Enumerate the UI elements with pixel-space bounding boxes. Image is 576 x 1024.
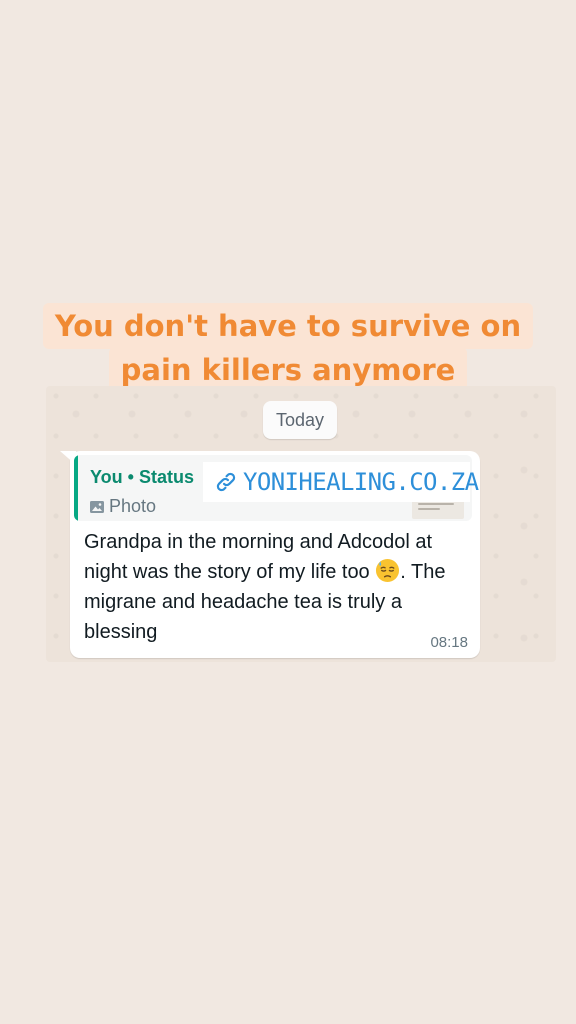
story-headline: You don't have to survive on pain killer…: [0, 303, 576, 393]
downcast-face-with-sweat-emoji: [376, 558, 400, 583]
link-sticker[interactable]: YONIHEALING.CO.ZA: [203, 462, 479, 502]
quote-author: You • Status: [90, 467, 194, 487]
link-sticker-text: YONIHEALING.CO.ZA: [243, 468, 479, 496]
photo-icon: [90, 500, 104, 513]
quote-type: Photo: [90, 496, 156, 517]
message-time: 08:18: [430, 634, 468, 651]
message-text: Grandpa in the morning and Adcodol at ni…: [84, 527, 474, 647]
quote-type-label: Photo: [109, 496, 157, 516]
headline-line-1: You don't have to survive on: [42, 303, 534, 349]
quote-accent-bar: [74, 455, 78, 521]
date-chip: Today: [263, 401, 337, 439]
link-icon: [216, 472, 236, 492]
